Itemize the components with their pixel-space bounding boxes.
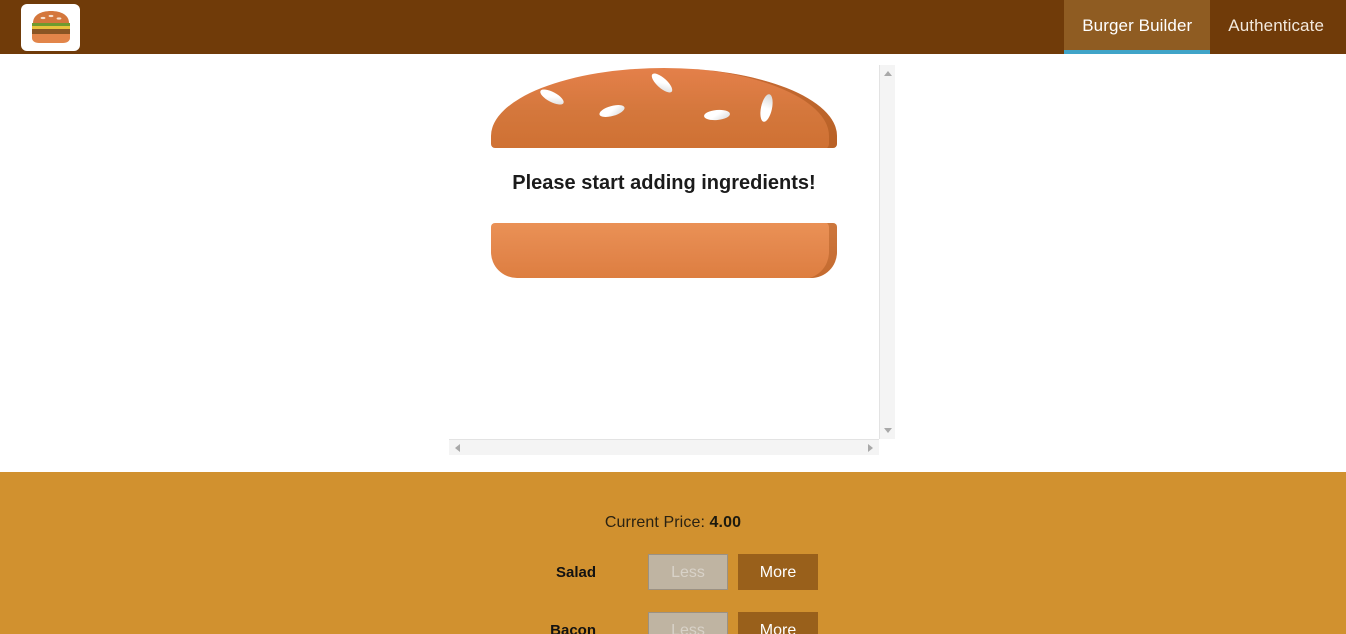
current-price-label: Current Price: (604, 514, 705, 531)
build-control-salad-label: Salad (555, 563, 596, 581)
more-button-bacon[interactable]: More (738, 612, 818, 634)
nav-item-authenticate[interactable]: Authenticate (1210, 0, 1346, 54)
scroll-down-arrow-icon[interactable] (884, 428, 892, 433)
burger-preview-area: Please start adding ingredients! (0, 54, 1346, 472)
burger-stack: Please start adding ingredients! (491, 65, 837, 278)
bun-top (491, 68, 837, 148)
sesame-seed-icon (598, 102, 626, 120)
sesame-seed-icon (703, 108, 731, 122)
less-button-salad[interactable]: Less (648, 554, 728, 590)
scroll-right-arrow-icon[interactable] (868, 444, 873, 452)
less-button-bacon[interactable]: Less (648, 612, 728, 634)
burger-scroll-container: Please start adding ingredients! (449, 65, 895, 455)
build-controls-panel: Current Price: 4.00 Salad Less More Baco… (0, 472, 1346, 634)
horizontal-scrollbar[interactable] (449, 439, 879, 455)
sesame-seed-icon (648, 70, 676, 96)
current-price: Current Price: 4.00 (0, 488, 1346, 532)
scroll-left-arrow-icon[interactable] (455, 444, 460, 452)
nav-item-burger-builder-label: Burger Builder (1082, 15, 1193, 35)
burger-display: Please start adding ingredients! (449, 65, 879, 439)
nav-item-burger-builder[interactable]: Burger Builder (1064, 0, 1211, 54)
app-header: Burger Builder Authenticate (0, 0, 1346, 54)
main-navigation: Burger Builder Authenticate (1064, 0, 1346, 54)
build-control-bacon-label: Bacon (550, 621, 596, 634)
burger-logo-svg (31, 11, 70, 43)
sesame-seed-icon (538, 86, 566, 108)
sesame-seed-icon (758, 93, 775, 123)
empty-burger-message: Please start adding ingredients! (512, 172, 816, 194)
current-price-value: 4.00 (709, 514, 742, 531)
vertical-scrollbar[interactable] (879, 65, 895, 439)
more-button-salad[interactable]: More (738, 554, 818, 590)
bun-bottom (491, 223, 837, 278)
build-control-salad: Salad Less More (0, 554, 1346, 590)
burger-logo-icon[interactable] (21, 3, 80, 51)
build-control-bacon: Bacon Less More (0, 612, 1346, 634)
scroll-up-arrow-icon[interactable] (884, 71, 892, 76)
nav-item-authenticate-label: Authenticate (1228, 15, 1324, 35)
